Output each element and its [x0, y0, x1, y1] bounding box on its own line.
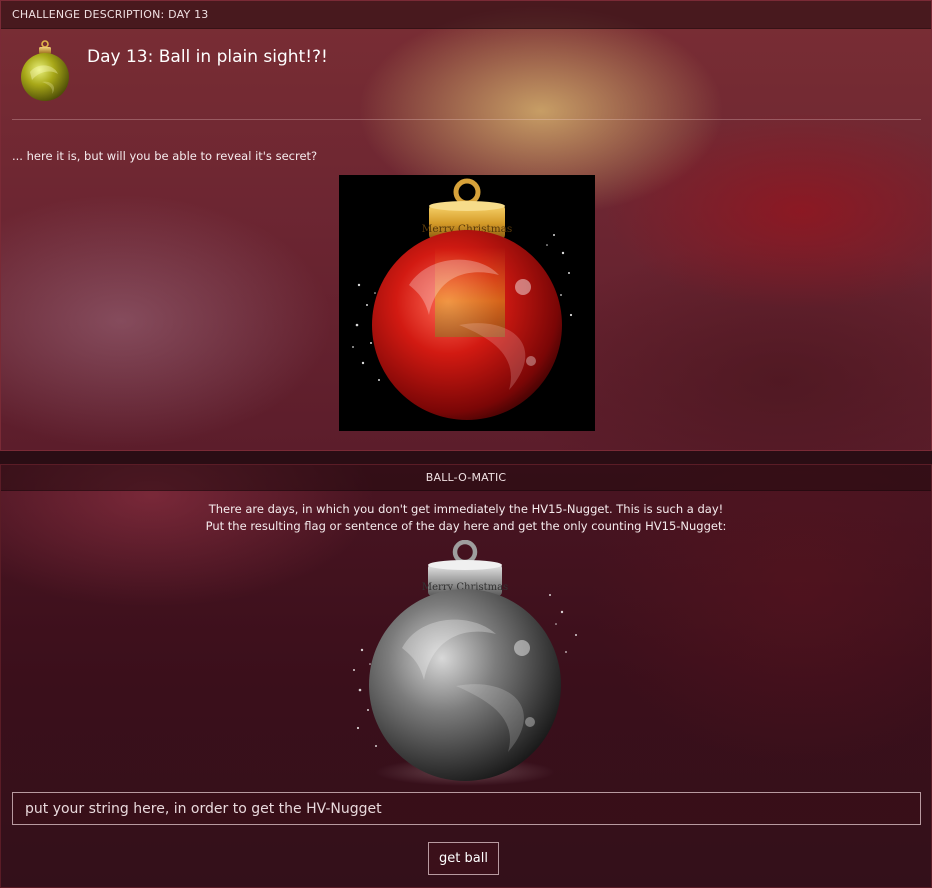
ball-o-matic-description-line2: Put the resulting flag or sentence of th…	[205, 519, 727, 533]
divider	[12, 119, 921, 120]
red-ornament-image: Merry Christmas	[339, 175, 595, 431]
nugget-input-wrapper	[12, 792, 921, 825]
title-row	[18, 39, 72, 103]
intro-text: ... here it is, but will you be able to …	[12, 149, 318, 163]
silver-ornament-image: Merry Christmas	[340, 539, 590, 790]
gold-ornament-icon	[18, 40, 72, 102]
nugget-input[interactable]	[13, 793, 920, 824]
page: CHALLENGE DESCRIPTION: DAY 13 Day 13: Ba…	[0, 0, 932, 888]
challenge-header: CHALLENGE DESCRIPTION: DAY 13	[1, 1, 931, 29]
ball-o-matic-description-line1: There are days, in which you don't get i…	[208, 502, 724, 516]
challenge-description-panel: CHALLENGE DESCRIPTION: DAY 13 Day 13: Ba…	[0, 0, 932, 451]
ball-o-matic-header: BALL-O-MATIC	[1, 465, 931, 491]
get-ball-button[interactable]: get ball	[428, 842, 499, 875]
page-title: Day 13: Ball in plain sight!?!	[87, 47, 328, 67]
